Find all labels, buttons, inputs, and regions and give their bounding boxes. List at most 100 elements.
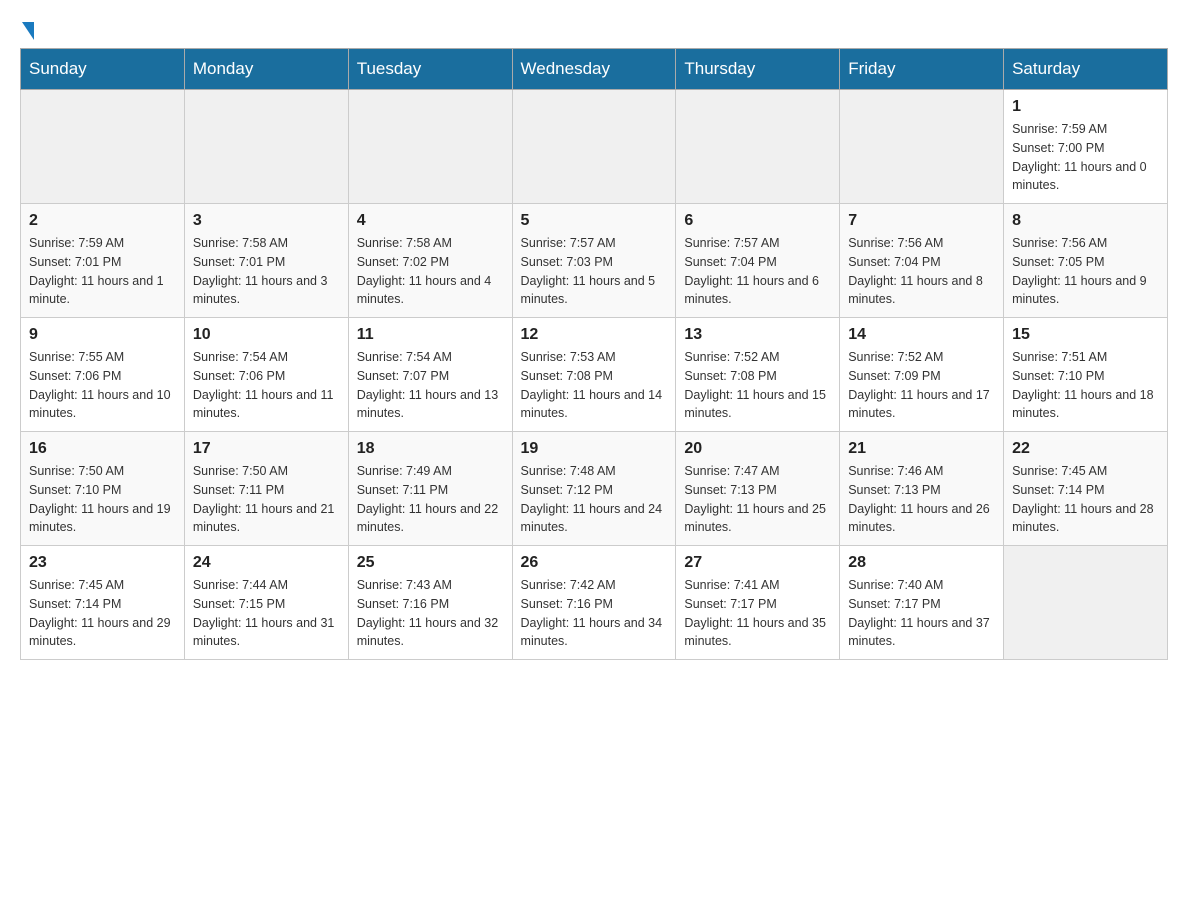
calendar-cell: 23Sunrise: 7:45 AMSunset: 7:14 PMDayligh… — [21, 546, 185, 660]
day-number: 27 — [684, 554, 831, 572]
day-number: 2 — [29, 212, 176, 230]
calendar-cell: 9 Sunrise: 7:55 AMSunset: 7:06 PMDaylight… — [21, 318, 185, 432]
calendar-cell: 15Sunrise: 7:51 AMSunset: 7:10 PMDayligh… — [1004, 318, 1168, 432]
day-sun-info: Sunrise: 7:55 AMSunset: 7:06 PMDaylight:… — [29, 348, 176, 423]
day-number: 16 — [29, 440, 176, 458]
calendar-cell — [184, 90, 348, 204]
day-of-week-header: Monday — [184, 49, 348, 90]
day-sun-info: Sunrise: 7:59 AMSunset: 7:01 PMDaylight:… — [29, 234, 176, 309]
day-sun-info: Sunrise: 7:54 AMSunset: 7:07 PMDaylight:… — [357, 348, 504, 423]
day-sun-info: Sunrise: 7:51 AMSunset: 7:10 PMDaylight:… — [1012, 348, 1159, 423]
day-sun-info: Sunrise: 7:56 AMSunset: 7:04 PMDaylight:… — [848, 234, 995, 309]
calendar-cell — [21, 90, 185, 204]
calendar-cell: 28 Sunrise: 7:40 AMSunset: 7:17 PMDayligh… — [840, 546, 1004, 660]
day-sun-info: Sunrise: 7:47 AMSunset: 7:13 PMDaylight:… — [684, 462, 831, 537]
day-of-week-header: Wednesday — [512, 49, 676, 90]
calendar-table: SundayMondayTuesdayWednesdayThursdayFrid… — [20, 48, 1168, 660]
day-sun-info: Sunrise: 7:52 AMSunset: 7:08 PMDaylight:… — [684, 348, 831, 423]
calendar-cell — [840, 90, 1004, 204]
calendar-cell: 1 Sunrise: 7:59 AMSunset: 7:00 PMDaylight… — [1004, 90, 1168, 204]
day-sun-info: Sunrise: 7:50 AMSunset: 7:11 PMDaylight:… — [193, 462, 340, 537]
calendar-cell: 3 Sunrise: 7:58 AMSunset: 7:01 PMDaylight… — [184, 204, 348, 318]
day-number: 5 — [521, 212, 668, 230]
calendar-cell — [1004, 546, 1168, 660]
day-of-week-header: Tuesday — [348, 49, 512, 90]
day-number: 24 — [193, 554, 340, 572]
logo-arrow-icon — [22, 22, 34, 40]
calendar-cell: 18Sunrise: 7:49 AMSunset: 7:11 PMDayligh… — [348, 432, 512, 546]
day-number: 12 — [521, 326, 668, 344]
day-sun-info: Sunrise: 7:42 AMSunset: 7:16 PMDaylight:… — [521, 576, 668, 651]
day-sun-info: Sunrise: 7:48 AMSunset: 7:12 PMDaylight:… — [521, 462, 668, 537]
day-number: 17 — [193, 440, 340, 458]
day-number: 25 — [357, 554, 504, 572]
calendar-cell: 4 Sunrise: 7:58 AMSunset: 7:02 PMDaylight… — [348, 204, 512, 318]
day-sun-info: Sunrise: 7:46 AMSunset: 7:13 PMDaylight:… — [848, 462, 995, 537]
day-sun-info: Sunrise: 7:45 AMSunset: 7:14 PMDaylight:… — [29, 576, 176, 651]
day-number: 19 — [521, 440, 668, 458]
calendar-cell: 16 Sunrise: 7:50 AMSunset: 7:10 PMDayligh… — [21, 432, 185, 546]
day-of-week-header: Thursday — [676, 49, 840, 90]
calendar-week-row: 9 Sunrise: 7:55 AMSunset: 7:06 PMDaylight… — [21, 318, 1168, 432]
day-number: 22 — [1012, 440, 1159, 458]
calendar-cell: 27 Sunrise: 7:41 AMSunset: 7:17 PMDayligh… — [676, 546, 840, 660]
page-header — [20, 20, 1168, 38]
calendar-cell: 17 Sunrise: 7:50 AMSunset: 7:11 PMDayligh… — [184, 432, 348, 546]
day-number: 21 — [848, 440, 995, 458]
calendar-header-row: SundayMondayTuesdayWednesdayThursdayFrid… — [21, 49, 1168, 90]
day-sun-info: Sunrise: 7:56 AMSunset: 7:05 PMDaylight:… — [1012, 234, 1159, 309]
day-of-week-header: Friday — [840, 49, 1004, 90]
day-number: 6 — [684, 212, 831, 230]
day-of-week-header: Sunday — [21, 49, 185, 90]
calendar-cell: 14 Sunrise: 7:52 AMSunset: 7:09 PMDayligh… — [840, 318, 1004, 432]
day-number: 4 — [357, 212, 504, 230]
day-sun-info: Sunrise: 7:50 AMSunset: 7:10 PMDaylight:… — [29, 462, 176, 537]
logo-general-text — [20, 20, 34, 38]
day-sun-info: Sunrise: 7:59 AMSunset: 7:00 PMDaylight:… — [1012, 120, 1159, 195]
day-number: 7 — [848, 212, 995, 230]
day-sun-info: Sunrise: 7:43 AMSunset: 7:16 PMDaylight:… — [357, 576, 504, 651]
calendar-cell: 2 Sunrise: 7:59 AMSunset: 7:01 PMDaylight… — [21, 204, 185, 318]
calendar-cell: 22 Sunrise: 7:45 AMSunset: 7:14 PMDayligh… — [1004, 432, 1168, 546]
calendar-cell: 21 Sunrise: 7:46 AMSunset: 7:13 PMDayligh… — [840, 432, 1004, 546]
calendar-cell: 19 Sunrise: 7:48 AMSunset: 7:12 PMDayligh… — [512, 432, 676, 546]
calendar-cell: 10 Sunrise: 7:54 AMSunset: 7:06 PMDayligh… — [184, 318, 348, 432]
day-number: 18 — [357, 440, 504, 458]
calendar-cell: 12 Sunrise: 7:53 AMSunset: 7:08 PMDayligh… — [512, 318, 676, 432]
day-sun-info: Sunrise: 7:45 AMSunset: 7:14 PMDaylight:… — [1012, 462, 1159, 537]
day-sun-info: Sunrise: 7:58 AMSunset: 7:01 PMDaylight:… — [193, 234, 340, 309]
day-number: 28 — [848, 554, 995, 572]
day-sun-info: Sunrise: 7:53 AMSunset: 7:08 PMDaylight:… — [521, 348, 668, 423]
day-sun-info: Sunrise: 7:40 AMSunset: 7:17 PMDaylight:… — [848, 576, 995, 651]
day-number: 9 — [29, 326, 176, 344]
day-number: 3 — [193, 212, 340, 230]
calendar-cell — [676, 90, 840, 204]
calendar-cell: 11Sunrise: 7:54 AMSunset: 7:07 PMDayligh… — [348, 318, 512, 432]
day-number: 8 — [1012, 212, 1159, 230]
calendar-cell — [348, 90, 512, 204]
day-number: 13 — [684, 326, 831, 344]
day-number: 20 — [684, 440, 831, 458]
day-of-week-header: Saturday — [1004, 49, 1168, 90]
calendar-week-row: 2 Sunrise: 7:59 AMSunset: 7:01 PMDaylight… — [21, 204, 1168, 318]
day-number: 1 — [1012, 98, 1159, 116]
calendar-cell: 13 Sunrise: 7:52 AMSunset: 7:08 PMDayligh… — [676, 318, 840, 432]
logo — [20, 20, 34, 38]
day-sun-info: Sunrise: 7:57 AMSunset: 7:04 PMDaylight:… — [684, 234, 831, 309]
calendar-cell: 24Sunrise: 7:44 AMSunset: 7:15 PMDayligh… — [184, 546, 348, 660]
day-number: 10 — [193, 326, 340, 344]
calendar-cell: 8 Sunrise: 7:56 AMSunset: 7:05 PMDaylight… — [1004, 204, 1168, 318]
day-sun-info: Sunrise: 7:41 AMSunset: 7:17 PMDaylight:… — [684, 576, 831, 651]
day-number: 14 — [848, 326, 995, 344]
calendar-week-row: 1 Sunrise: 7:59 AMSunset: 7:00 PMDaylight… — [21, 90, 1168, 204]
calendar-week-row: 16 Sunrise: 7:50 AMSunset: 7:10 PMDayligh… — [21, 432, 1168, 546]
calendar-cell: 20 Sunrise: 7:47 AMSunset: 7:13 PMDayligh… — [676, 432, 840, 546]
calendar-cell — [512, 90, 676, 204]
day-sun-info: Sunrise: 7:57 AMSunset: 7:03 PMDaylight:… — [521, 234, 668, 309]
day-sun-info: Sunrise: 7:52 AMSunset: 7:09 PMDaylight:… — [848, 348, 995, 423]
calendar-cell: 5 Sunrise: 7:57 AMSunset: 7:03 PMDaylight… — [512, 204, 676, 318]
day-sun-info: Sunrise: 7:58 AMSunset: 7:02 PMDaylight:… — [357, 234, 504, 309]
day-sun-info: Sunrise: 7:54 AMSunset: 7:06 PMDaylight:… — [193, 348, 340, 423]
calendar-cell: 7 Sunrise: 7:56 AMSunset: 7:04 PMDaylight… — [840, 204, 1004, 318]
calendar-cell: 25 Sunrise: 7:43 AMSunset: 7:16 PMDayligh… — [348, 546, 512, 660]
